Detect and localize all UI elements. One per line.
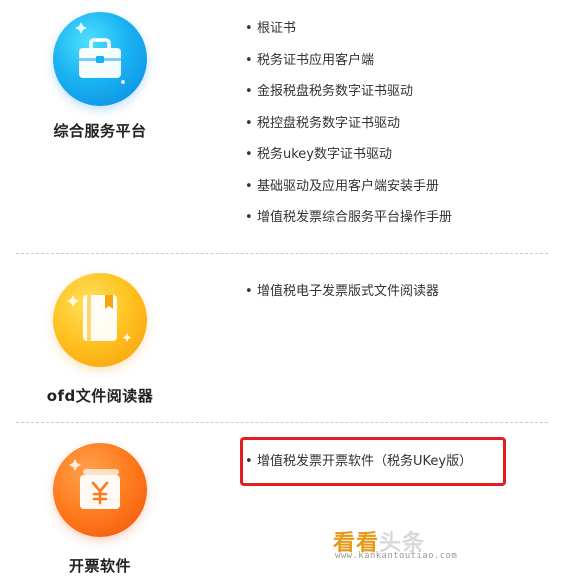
section-title: ofd文件阅读器 (46, 387, 154, 405)
section-service-platform: 综合服务平台 根证书 税务证书应用客户端 金报税盘税务数字证书驱动 税控盘税务数… (0, 0, 563, 253)
download-link-root-cert[interactable]: 根证书 (245, 20, 452, 52)
download-link-install-manual[interactable]: 基础驱动及应用客户端安装手册 (245, 178, 452, 210)
highlight-box (240, 437, 506, 486)
invoice-yen-icon (53, 443, 147, 537)
briefcase-icon (53, 12, 147, 106)
download-list: 增值税电子发票版式文件阅读器 (245, 283, 439, 315)
download-link-skp-driver[interactable]: 税控盘税务数字证书驱动 (245, 115, 452, 147)
download-link-cert-client[interactable]: 税务证书应用客户端 (245, 52, 452, 84)
download-link-platform-manual[interactable]: 增值税发票综合服务平台操作手册 (245, 209, 452, 241)
book-icon (53, 273, 147, 367)
watermark-logo: 看看头条 www.kankantoutiao.com (333, 525, 533, 565)
download-link-ukey-driver[interactable]: 税务ukey数字证书驱动 (245, 146, 452, 178)
watermark-url: www.kankantoutiao.com (335, 551, 458, 561)
download-link-jinshui-driver[interactable]: 金报税盘税务数字证书驱动 (245, 83, 452, 115)
download-link-ofd-reader[interactable]: 增值税电子发票版式文件阅读器 (245, 283, 439, 315)
section-title: 综合服务平台 (53, 122, 147, 140)
section-title: 开票软件 (68, 557, 131, 575)
download-list: 根证书 税务证书应用客户端 金报税盘税务数字证书驱动 税控盘税务数字证书驱动 税… (245, 20, 452, 241)
section-ofd-reader: ofd文件阅读器 增值税电子发票版式文件阅读器 (0, 253, 563, 423)
